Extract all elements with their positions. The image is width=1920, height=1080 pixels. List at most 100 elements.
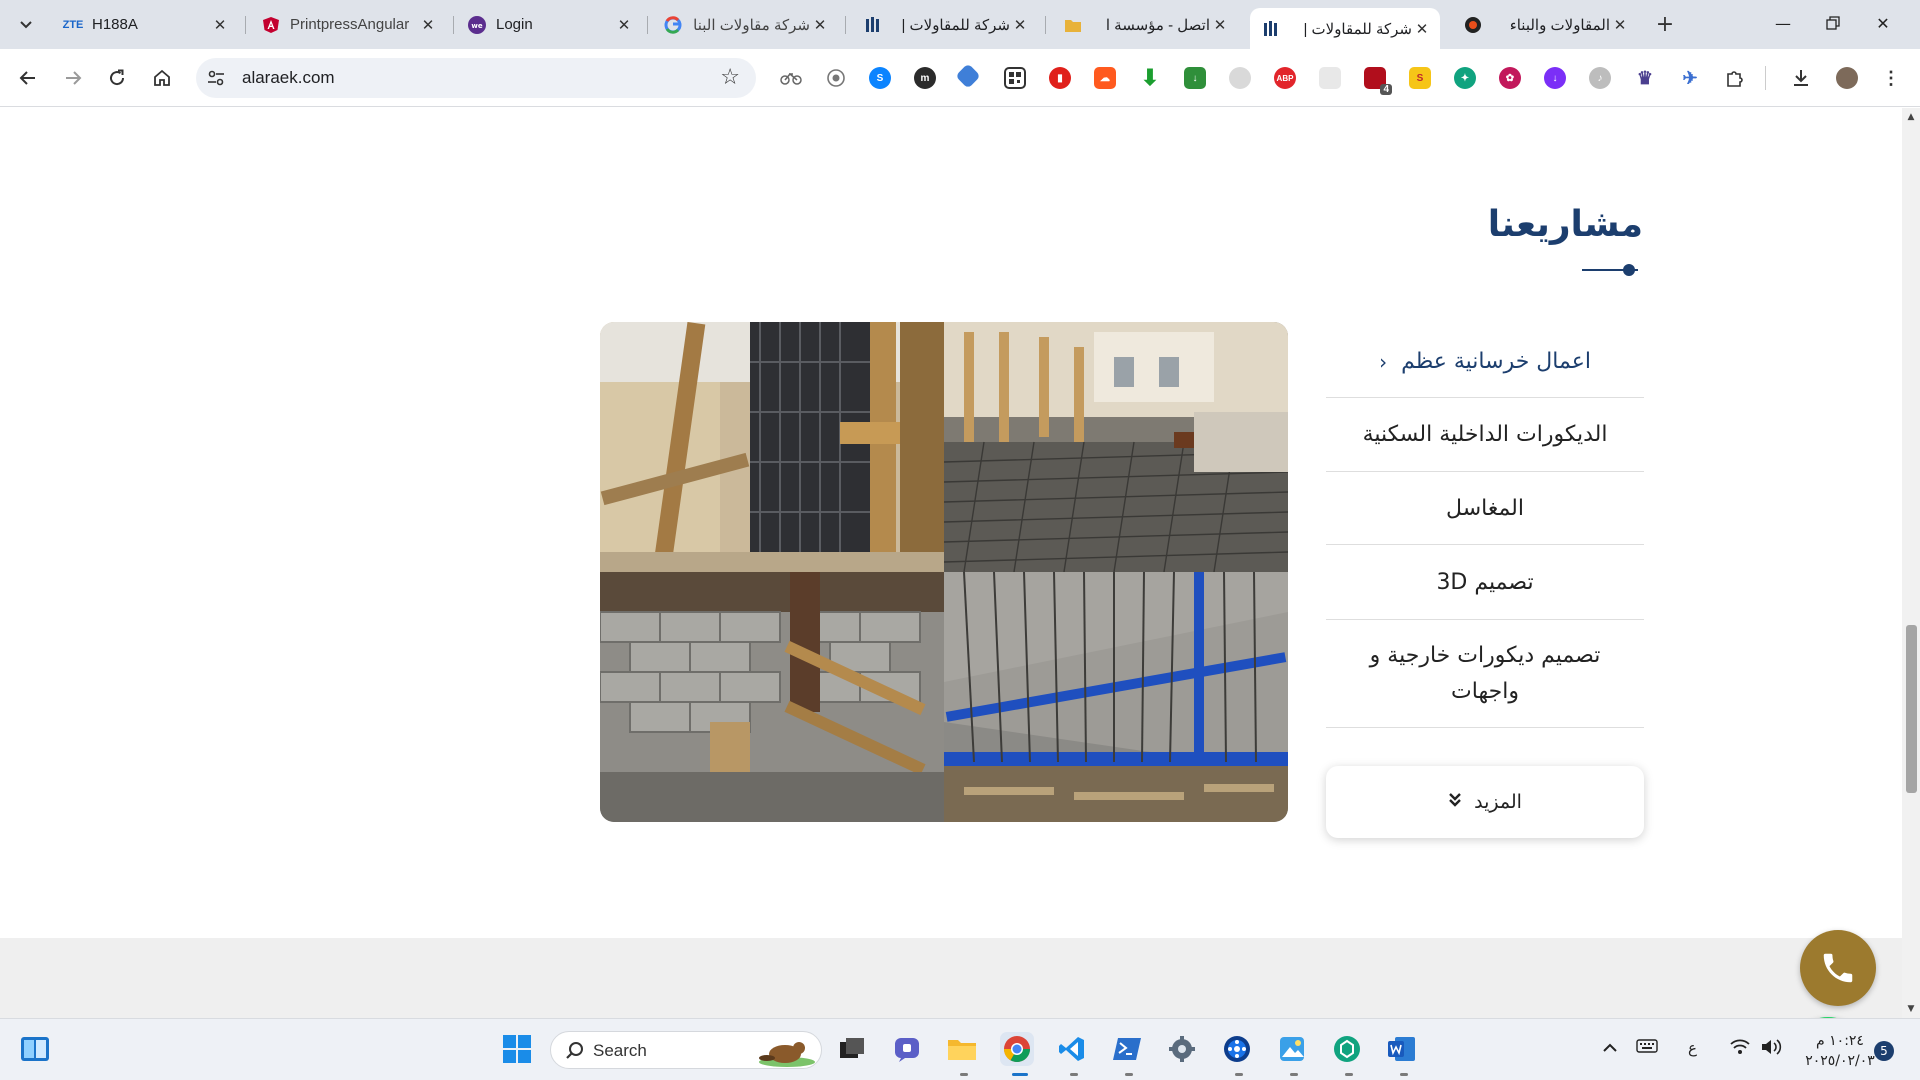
- tab-label: H188A: [92, 16, 138, 33]
- chatgpt-app-icon[interactable]: [1330, 1032, 1364, 1066]
- category-3d-design[interactable]: تصميم 3D: [1326, 545, 1644, 620]
- hat-extension-icon[interactable]: ♛: [1634, 67, 1656, 89]
- green-download-extension-icon[interactable]: ↓: [1184, 67, 1206, 89]
- home-button[interactable]: [146, 62, 178, 94]
- title-underline-dot: [1623, 264, 1635, 276]
- yellow-extension-icon[interactable]: S: [1409, 67, 1431, 89]
- tab-h188a[interactable]: ZTE H188A ✕: [52, 8, 238, 41]
- gray-extension-icon[interactable]: [1229, 67, 1251, 89]
- section-title: مشاريعنا: [1487, 204, 1643, 245]
- powershell-icon[interactable]: [1110, 1032, 1144, 1066]
- close-icon[interactable]: ✕: [418, 15, 438, 35]
- purple-download-extension-icon[interactable]: ↓: [1544, 67, 1566, 89]
- bike-extension-icon[interactable]: [780, 67, 802, 89]
- minimize-button[interactable]: —: [1760, 8, 1806, 38]
- wifi-icon[interactable]: [1730, 1039, 1750, 1059]
- taskbar-search[interactable]: Search: [550, 1031, 822, 1069]
- close-icon[interactable]: ✕: [210, 15, 230, 35]
- brain-extension-icon[interactable]: ✿: [1499, 67, 1521, 89]
- address-bar[interactable]: alaraek.com ☆: [196, 58, 756, 98]
- chatgpt-extension-icon[interactable]: ✦: [1454, 67, 1476, 89]
- widgets-icon[interactable]: [18, 1032, 52, 1066]
- url-text[interactable]: alaraek.com: [242, 68, 335, 88]
- blank-extension-icon[interactable]: [1319, 67, 1341, 89]
- notification-badge[interactable]: 5: [1874, 1041, 1894, 1061]
- new-tab-button[interactable]: +: [1651, 10, 1679, 38]
- download-arrow-extension-icon[interactable]: ⬇: [1139, 65, 1161, 90]
- word-icon[interactable]: [1385, 1032, 1419, 1066]
- restore-button[interactable]: [1810, 8, 1856, 38]
- scrollbar-thumb[interactable]: [1906, 625, 1917, 793]
- target-extension-icon[interactable]: [825, 67, 847, 89]
- start-icon[interactable]: [500, 1032, 534, 1066]
- media-player-icon[interactable]: [1220, 1032, 1254, 1066]
- close-icon[interactable]: ✕: [1412, 19, 1432, 39]
- close-icon[interactable]: ✕: [1010, 15, 1030, 35]
- project-gallery[interactable]: [600, 322, 1288, 822]
- back-button[interactable]: [12, 62, 44, 94]
- arrow-left-icon: [19, 71, 35, 85]
- ublock-origin-icon[interactable]: 4: [1364, 67, 1392, 95]
- diamond-extension-icon[interactable]: [955, 63, 981, 89]
- category-list: اعمال خرسانية عظم ‹ الديكورات الداخلية ا…: [1326, 326, 1644, 728]
- kebab-menu-icon[interactable]: ⋮: [1880, 67, 1902, 89]
- scroll-up-arrow-icon[interactable]: ▲: [1906, 112, 1916, 122]
- photos-icon[interactable]: [1275, 1032, 1309, 1066]
- zte-icon: ZTE: [62, 18, 84, 31]
- keyboard-icon[interactable]: [1636, 1039, 1658, 1057]
- tab-login[interactable]: we Login ✕: [456, 8, 642, 41]
- teams-chat-icon[interactable]: [890, 1032, 924, 1066]
- category-label: تصميم ديكورات خارجية و واجهات: [1369, 642, 1601, 704]
- bookmark-star-icon[interactable]: ☆: [720, 65, 740, 90]
- music-extension-icon[interactable]: ♪: [1589, 67, 1611, 89]
- close-window-button[interactable]: ✕: [1860, 8, 1906, 38]
- scroll-down-arrow-icon[interactable]: ▼: [1906, 1004, 1916, 1014]
- task-view-icon[interactable]: [835, 1032, 869, 1066]
- tab-google-search[interactable]: شركة مقاولات البناء ✕: [652, 8, 838, 41]
- site-logo-icon: [864, 16, 882, 34]
- forward-button[interactable]: [57, 62, 89, 94]
- tab-search-button[interactable]: [12, 11, 40, 39]
- bird-extension-icon[interactable]: ✈: [1679, 67, 1701, 89]
- tab-contact[interactable]: اتصل - مؤسسة ا ✕: [1052, 8, 1238, 41]
- project-photo-column-formwork[interactable]: [600, 322, 944, 572]
- file-explorer-icon[interactable]: [945, 1032, 979, 1066]
- shazam-extension-icon[interactable]: S: [869, 67, 891, 89]
- close-icon[interactable]: ✕: [1610, 15, 1630, 35]
- search-icon: [566, 1042, 583, 1059]
- red-shield-extension-icon[interactable]: ▮: [1049, 67, 1071, 89]
- tab-printpress[interactable]: PrintpressAngular ✕: [250, 8, 446, 41]
- tab-construction[interactable]: المقاولات والبناء ✕: [1452, 8, 1638, 41]
- downloads-icon[interactable]: [1790, 67, 1812, 89]
- close-icon[interactable]: ✕: [810, 15, 830, 35]
- tab-contracting-1[interactable]: شركة للمقاولات | ✕: [852, 8, 1038, 41]
- soundcloud-extension-icon[interactable]: ☁: [1094, 67, 1116, 89]
- call-button[interactable]: [1800, 930, 1876, 1006]
- tray-chevron-up-icon[interactable]: [1602, 1039, 1618, 1057]
- settings-gear-icon[interactable]: [1165, 1032, 1199, 1066]
- reload-button[interactable]: [101, 62, 133, 94]
- tab-contracting-active[interactable]: شركة للمقاولات | ✕: [1250, 8, 1440, 49]
- site-logo-icon: [1262, 20, 1280, 38]
- volume-icon[interactable]: [1760, 1039, 1782, 1059]
- profile-avatar[interactable]: [1836, 67, 1858, 89]
- category-concrete-works[interactable]: اعمال خرسانية عظم ‹: [1326, 326, 1644, 398]
- project-photo-blue-formwork[interactable]: [944, 572, 1288, 822]
- m-extension-icon[interactable]: m: [914, 67, 936, 89]
- chrome-icon[interactable]: [1000, 1032, 1034, 1066]
- close-icon[interactable]: ✕: [614, 15, 634, 35]
- vscode-icon[interactable]: [1055, 1032, 1089, 1066]
- qr-code-extension-icon[interactable]: [1004, 67, 1026, 89]
- close-icon[interactable]: ✕: [1210, 15, 1230, 35]
- extensions-puzzle-icon[interactable]: [1724, 67, 1746, 89]
- language-indicator[interactable]: ع: [1688, 1039, 1697, 1057]
- page-scrollbar[interactable]: ▲ ▼: [1902, 108, 1920, 1018]
- project-photo-block-wall[interactable]: [600, 572, 944, 822]
- category-interior-decor[interactable]: الديكورات الداخلية السكنية: [1326, 398, 1644, 472]
- site-settings-icon[interactable]: [206, 68, 226, 88]
- more-button[interactable]: المزيد: [1326, 766, 1644, 838]
- project-photo-foundation-rebar[interactable]: [944, 322, 1288, 572]
- category-sinks[interactable]: المغاسل: [1326, 472, 1644, 545]
- adblock-plus-icon[interactable]: ABP: [1274, 67, 1296, 89]
- category-exterior-decor[interactable]: تصميم ديكورات خارجية و واجهات: [1326, 620, 1644, 728]
